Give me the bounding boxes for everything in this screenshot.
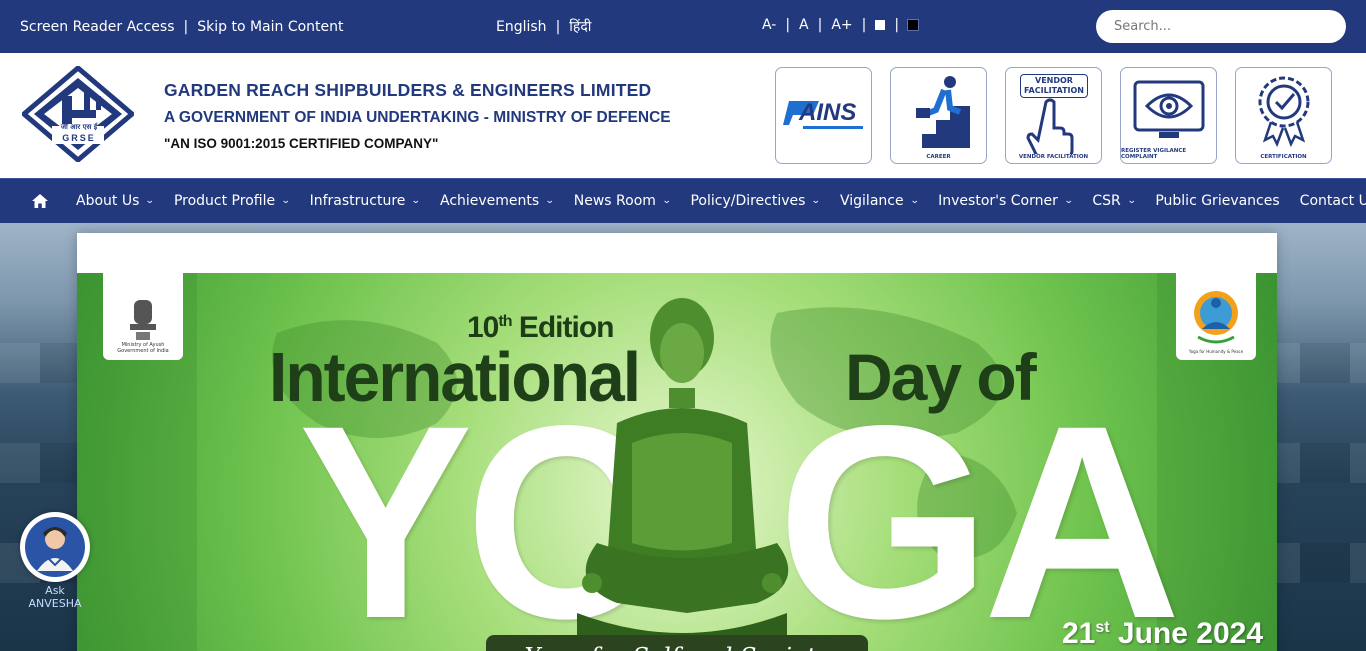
nav-label: Investor's Corner	[938, 193, 1058, 209]
chatbot-avatar[interactable]	[20, 512, 90, 582]
certificate-badge-icon	[1258, 76, 1309, 148]
certification-caption: CERTIFICATION	[1260, 154, 1307, 160]
meditating-leaf-figure	[577, 298, 789, 651]
career-stairs-icon	[915, 76, 970, 148]
logo-grse-text: GRSE	[62, 133, 96, 143]
font-normal-button[interactable]: A	[799, 17, 809, 33]
language-english-link[interactable]: English	[496, 19, 547, 35]
ministry-of-ayush-logo: Ministry of Ayush Government of India	[103, 273, 183, 360]
idy-logo: Yoga for Humanity & Peace	[1176, 273, 1256, 360]
nav-public-grievances[interactable]: Public Grievances	[1145, 193, 1289, 209]
skip-to-content-link[interactable]: Skip to Main Content	[197, 19, 343, 35]
company-title-block: GARDEN REACH SHIPBUILDERS & ENGINEERS LI…	[164, 80, 671, 151]
language-hindi-link[interactable]: हिंदी	[569, 17, 591, 36]
theme-light-button[interactable]	[875, 20, 886, 30]
site-header: जी आर एस ई GRSE GARDEN REACH SHIPBUILDER…	[0, 53, 1366, 178]
separator: |	[894, 17, 900, 33]
chevron-down-icon: ⌄	[411, 196, 422, 206]
separator: |	[183, 18, 189, 35]
chevron-down-icon: ⌄	[280, 196, 291, 206]
chatbot-label-ask: Ask	[45, 584, 65, 597]
nav-label: About Us	[76, 193, 140, 209]
separator: |	[861, 17, 867, 33]
hand-pointer-icon	[1025, 98, 1073, 154]
chevron-down-icon: ⌄	[909, 196, 920, 206]
career-link-card[interactable]: CAREER	[890, 67, 987, 164]
vendor-facilitation-title: VENDOR FACILITATION	[1020, 74, 1088, 98]
chevron-down-icon: ⌄	[661, 196, 672, 206]
yoga-day-banner: Ministry of Ayush Government of India Yo…	[77, 273, 1277, 651]
hero-section: Ministry of Ayush Government of India Yo…	[0, 223, 1366, 651]
top-utility-bar: Screen Reader Access | Skip to Main Cont…	[0, 0, 1366, 53]
home-nav-button[interactable]	[30, 194, 66, 208]
chevron-down-icon: ⌄	[145, 196, 156, 206]
career-caption: CAREER	[926, 154, 951, 160]
nav-contact-us[interactable]: Contact Us	[1290, 193, 1366, 209]
chevron-down-icon: ⌄	[1126, 196, 1137, 206]
nav-policy-directives[interactable]: Policy/Directives ⌄	[680, 193, 830, 209]
national-emblem-icon	[130, 300, 156, 340]
date-day: 21	[1061, 617, 1096, 650]
nav-about-us[interactable]: About Us ⌄	[66, 193, 164, 209]
theme-dark-button[interactable]	[907, 19, 920, 31]
nav-news-room[interactable]: News Room ⌄	[564, 193, 681, 209]
vigilance-complaint-link-card[interactable]: REGISTER VIGILANCE COMPLAINT	[1120, 67, 1217, 164]
nav-product-profile[interactable]: Product Profile ⌄	[164, 193, 300, 209]
svg-text:AINS: AINS	[798, 99, 856, 126]
nav-label: CSR	[1092, 193, 1121, 209]
company-subtitle: A GOVERNMENT OF INDIA UNDERTAKING - MINI…	[164, 109, 671, 126]
vigilance-complaint-caption: REGISTER VIGILANCE COMPLAINT	[1121, 148, 1187, 160]
separator: |	[555, 18, 561, 35]
assistant-avatar-icon	[37, 527, 73, 571]
nav-label: Infrastructure	[309, 193, 406, 209]
separator: |	[785, 17, 791, 33]
event-date: 21st June 2024	[1062, 617, 1263, 651]
quick-links: AINS CAREER VENDOR FACILITATION VENDOR F…	[775, 67, 1332, 164]
nav-achievements[interactable]: Achievements ⌄	[430, 193, 564, 209]
chatbot-label-name: ANVESHA	[28, 597, 82, 610]
nav-label: Contact Us	[1299, 193, 1366, 209]
chevron-down-icon: ⌄	[811, 196, 822, 206]
screen-reader-link[interactable]: Screen Reader Access	[20, 19, 175, 35]
separator: |	[817, 17, 823, 33]
banner-carousel[interactable]: Ministry of Ayush Government of India Yo…	[77, 233, 1277, 651]
monitor-eye-icon	[1133, 80, 1204, 138]
cains-icon: AINS	[782, 99, 863, 129]
yoga-text-right: GA	[777, 369, 1181, 651]
font-increase-button[interactable]: A+	[831, 17, 852, 33]
ayush-line2: Government of India	[117, 348, 169, 354]
date-suffix: st	[1095, 619, 1110, 636]
nav-investors-corner[interactable]: Investor's Corner ⌄	[928, 193, 1082, 209]
company-name: GARDEN REACH SHIPBUILDERS & ENGINEERS LI…	[164, 80, 652, 100]
nav-label: Achievements	[439, 193, 540, 209]
chevron-down-icon: ⌄	[1063, 196, 1074, 206]
certification-link-card[interactable]: CERTIFICATION	[1235, 67, 1332, 164]
vendor-facilitation-link-card[interactable]: VENDOR FACILITATION VENDOR FACILITATION	[1005, 67, 1102, 164]
search-input[interactable]	[1096, 10, 1346, 43]
main-navigation: About Us ⌄ Product Profile ⌄ Infrastructur…	[0, 178, 1366, 223]
chevron-down-icon: ⌄	[545, 196, 555, 206]
nav-infrastructure[interactable]: Infrastructure ⌄	[300, 193, 430, 209]
nav-csr[interactable]: CSR ⌄	[1082, 193, 1145, 209]
date-month-year: June 2024	[1117, 617, 1263, 650]
yoga-figure-logo-icon	[1194, 291, 1238, 344]
nav-label: News Room	[573, 193, 656, 209]
nav-label: Vigilance	[840, 193, 904, 209]
vendor-facilitation-caption: VENDOR FACILITATION	[1018, 154, 1089, 160]
idy-caption: Yoga for Humanity & Peace	[1188, 349, 1244, 354]
edition-suffix: th	[498, 313, 512, 330]
tagline-badge: Yoga for Self and Society	[486, 635, 868, 651]
nav-label: Public Grievances	[1155, 193, 1280, 209]
nav-vigilance[interactable]: Vigilance ⌄	[830, 193, 928, 209]
nav-label: Policy/Directives	[690, 193, 806, 209]
ask-anvesha-chatbot[interactable]: Ask ANVESHA	[20, 512, 90, 610]
font-decrease-button[interactable]: A-	[762, 17, 776, 33]
nav-label: Product Profile	[173, 193, 276, 209]
grse-logo[interactable]: जी आर एस ई GRSE	[20, 64, 136, 164]
logo-hindi-text: जी आर एस ई	[60, 123, 98, 131]
iso-certification-text: "AN ISO 9001:2015 CERTIFIED COMPANY"	[164, 136, 439, 151]
home-icon	[32, 194, 48, 208]
cains-link-card[interactable]: AINS	[775, 67, 872, 164]
